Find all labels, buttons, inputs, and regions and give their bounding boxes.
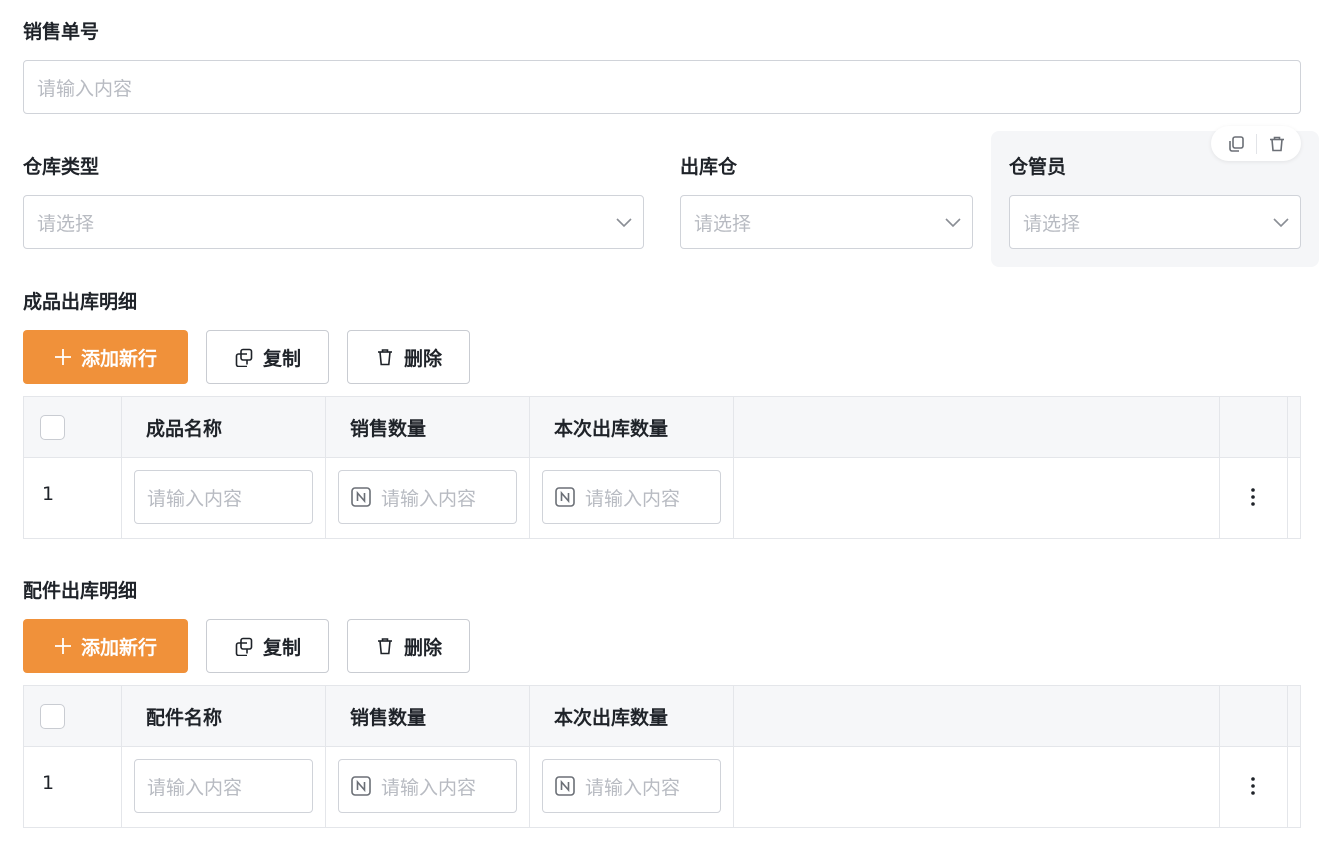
trash-icon[interactable]: [1268, 135, 1286, 153]
out-qty-placeholder: 请输入内容: [585, 487, 681, 510]
column-header-sales-qty: 销售数量: [350, 707, 427, 729]
column-header-name: 配件名称: [146, 707, 223, 729]
product-copy-button[interactable]: 复制: [206, 330, 329, 384]
column-header-name: 成品名称: [146, 418, 223, 440]
column-divider: [1287, 686, 1288, 827]
keeper-placeholder: 请选择: [1023, 212, 1081, 235]
chevron-down-icon: [1273, 218, 1289, 228]
sales-qty-input[interactable]: 请输入内容: [338, 759, 517, 813]
sales-qty-placeholder: 请输入内容: [381, 487, 477, 510]
outbound-warehouse-select[interactable]: 请选择: [680, 195, 973, 249]
product-copy-label: 复制: [262, 347, 301, 370]
number-icon: [555, 487, 575, 507]
parts-detail-table: 配件名称 销售数量 本次出库数量 1 请输入内容 请输入内容 请输入内容: [23, 685, 1301, 828]
parts-add-row-button[interactable]: 添加新行: [23, 619, 188, 673]
column-divider: [1219, 686, 1220, 827]
warehouse-type-label: 仓库类型: [23, 156, 100, 178]
column-divider: [1219, 397, 1220, 538]
parts-section-title: 配件出库明细: [23, 580, 138, 602]
column-divider: [733, 686, 734, 827]
select-all-checkbox[interactable]: [40, 415, 65, 440]
outbound-warehouse-placeholder: 请选择: [694, 212, 752, 235]
product-delete-label: 删除: [403, 347, 442, 370]
number-icon: [555, 776, 575, 796]
trash-icon: [377, 638, 392, 655]
row-index: 1: [42, 483, 55, 505]
sales-no-input[interactable]: 请输入内容: [23, 60, 1301, 114]
number-icon: [351, 487, 371, 507]
column-header-out-qty: 本次出库数量: [554, 707, 669, 729]
sales-no-label: 销售单号: [23, 21, 100, 43]
parts-add-row-label: 添加新行: [80, 636, 157, 659]
sales-qty-placeholder: 请输入内容: [381, 776, 477, 799]
chevron-down-icon: [945, 218, 961, 228]
warehouse-type-select[interactable]: 请选择: [23, 195, 644, 249]
keeper-label: 仓管员: [1009, 156, 1067, 178]
trash-icon: [377, 349, 392, 366]
parts-copy-button[interactable]: 复制: [206, 619, 329, 673]
column-header-out-qty: 本次出库数量: [554, 418, 669, 440]
product-add-row-button[interactable]: 添加新行: [23, 330, 188, 384]
product-delete-button[interactable]: 删除: [347, 330, 470, 384]
chevron-down-icon: [616, 218, 632, 228]
sales-qty-input[interactable]: 请输入内容: [338, 470, 517, 524]
field-float-toolbar: [1211, 126, 1301, 161]
column-divider: [1287, 397, 1288, 538]
product-add-row-label: 添加新行: [80, 347, 157, 370]
product-name-input[interactable]: 请输入内容: [134, 470, 313, 524]
sales-no-placeholder: 请输入内容: [37, 77, 133, 100]
product-section-title: 成品出库明细: [23, 291, 138, 313]
plus-icon: [54, 349, 71, 365]
outbound-warehouse-label: 出库仓: [680, 156, 738, 178]
plus-icon: [54, 638, 71, 654]
out-qty-input[interactable]: 请输入内容: [542, 759, 721, 813]
part-name-input[interactable]: 请输入内容: [134, 759, 313, 813]
out-qty-input[interactable]: 请输入内容: [542, 470, 721, 524]
copy-icon[interactable]: [1227, 135, 1245, 153]
copy-icon: [235, 348, 253, 367]
keeper-select[interactable]: 请选择: [1009, 195, 1301, 249]
float-toolbar-divider: [1255, 133, 1257, 154]
part-name-placeholder: 请输入内容: [147, 776, 243, 799]
select-all-checkbox[interactable]: [40, 704, 65, 729]
copy-icon: [235, 637, 253, 656]
product-detail-table: 成品名称 销售数量 本次出库数量 1 请输入内容 请输入内容 请输入内容: [23, 396, 1301, 539]
column-divider: [733, 397, 734, 538]
number-icon: [351, 776, 371, 796]
column-header-sales-qty: 销售数量: [350, 418, 427, 440]
parts-delete-button[interactable]: 删除: [347, 619, 470, 673]
parts-copy-label: 复制: [262, 636, 301, 659]
warehouse-type-placeholder: 请选择: [37, 212, 95, 235]
parts-delete-label: 删除: [403, 636, 442, 659]
out-qty-placeholder: 请输入内容: [585, 776, 681, 799]
more-vertical-icon[interactable]: [1244, 774, 1262, 798]
more-vertical-icon[interactable]: [1244, 485, 1262, 509]
row-index: 1: [42, 772, 55, 794]
product-name-placeholder: 请输入内容: [147, 487, 243, 510]
